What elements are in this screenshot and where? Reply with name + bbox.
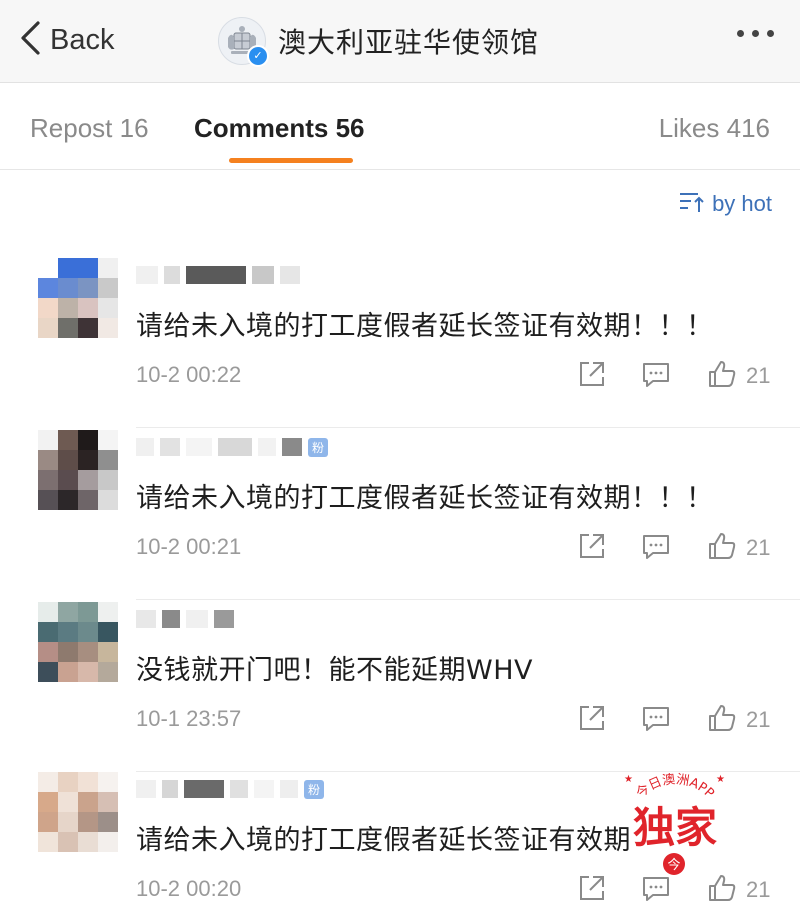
watermark-main-text: 独家 xyxy=(633,803,717,852)
like-button[interactable]: 21 xyxy=(706,358,770,394)
sort-icon xyxy=(678,190,706,218)
account-header[interactable]: ✓ 澳大利亚驻华使领馆 xyxy=(218,16,540,67)
fan-badge: 粉 xyxy=(304,779,325,799)
user-avatar[interactable] xyxy=(38,602,118,682)
sort-button[interactable]: by hot xyxy=(678,190,772,218)
like-count: 21 xyxy=(746,363,771,388)
watermark-stamp: 今日澳洲APP ★ ★ 独家 今 xyxy=(612,758,738,884)
share-icon[interactable] xyxy=(576,702,608,738)
thumbs-up-icon xyxy=(706,702,738,738)
svg-text:★: ★ xyxy=(716,774,725,785)
comment-text: 请给未入境的打工度假者延长签证有效期！！！ xyxy=(136,483,714,514)
active-tab-indicator xyxy=(229,158,353,163)
back-label: Back xyxy=(50,23,115,56)
like-button[interactable]: 21 xyxy=(706,702,770,738)
comment-text: 请给未入境的打工度假者延长签证有效期！！！ xyxy=(136,311,714,342)
username-blurred[interactable] xyxy=(136,260,300,290)
comment-item: 粉 请给未入境的打工度假者延长签证有效期！！！ 10-2 00:21 21 xyxy=(0,430,800,600)
account-avatar[interactable]: ✓ xyxy=(218,17,269,67)
divider xyxy=(136,599,800,600)
thumbs-up-icon xyxy=(706,530,738,566)
comment-text: 没钱就开门吧！能不能延期WHV xyxy=(136,655,533,686)
watermark-arc-text: 今日澳洲APP xyxy=(633,771,717,801)
tab-comments[interactable]: Comments 56 xyxy=(194,113,365,144)
sort-label: by hot xyxy=(712,191,772,216)
page-title: 澳大利亚驻华使领馆 xyxy=(278,26,540,59)
reply-icon[interactable] xyxy=(640,702,672,738)
user-avatar[interactable] xyxy=(38,430,118,510)
like-button[interactable]: 21 xyxy=(706,530,770,566)
comment-time: 10-2 00:20 xyxy=(136,876,242,901)
comment-item: 没钱就开门吧！能不能延期WHV 10-1 23:57 21 xyxy=(0,602,800,772)
comment-time: 10-2 00:21 xyxy=(136,534,242,559)
like-count: 21 xyxy=(746,707,771,732)
like-count: 21 xyxy=(746,535,771,560)
user-avatar[interactable] xyxy=(38,258,118,338)
share-icon[interactable] xyxy=(576,358,608,394)
fan-badge: 粉 xyxy=(308,437,329,457)
reply-icon[interactable] xyxy=(640,358,672,394)
more-dots-icon[interactable] xyxy=(737,30,774,37)
verified-badge-icon: ✓ xyxy=(247,45,269,67)
username-blurred[interactable]: 粉 xyxy=(136,432,329,462)
tab-repost[interactable]: Repost 16 xyxy=(30,113,149,144)
share-icon[interactable] xyxy=(576,530,608,566)
thumbs-up-icon xyxy=(706,358,738,394)
svg-text:★: ★ xyxy=(624,774,633,785)
user-avatar[interactable] xyxy=(38,772,118,852)
nav-bar: Back ✓ 澳大利亚驻华使领馆 xyxy=(0,0,800,83)
back-button[interactable]: Back xyxy=(18,18,114,62)
comment-actions: 21 xyxy=(576,702,776,736)
share-icon[interactable] xyxy=(576,872,608,908)
like-count: 21 xyxy=(746,877,771,902)
comment-time: 10-1 23:57 xyxy=(136,706,242,731)
chevron-left-icon xyxy=(18,20,44,60)
comment-actions: 21 xyxy=(576,530,776,564)
watermark-logo-text: 今 xyxy=(667,857,680,873)
reply-icon[interactable] xyxy=(640,530,672,566)
comment-actions: 21 xyxy=(576,358,776,392)
comment-time: 10-2 00:22 xyxy=(136,362,242,387)
username-blurred[interactable]: 粉 xyxy=(136,774,325,804)
comment-text: 请给未入境的打工度假者延长签证有效期 xyxy=(136,825,631,856)
tab-bar: Repost 16 Comments 56 Likes 416 xyxy=(0,83,800,170)
tab-likes[interactable]: Likes 416 xyxy=(659,113,770,144)
divider xyxy=(136,427,800,428)
username-blurred[interactable] xyxy=(136,604,234,634)
comment-item: 请给未入境的打工度假者延长签证有效期！！！ 10-2 00:22 21 xyxy=(0,258,800,428)
